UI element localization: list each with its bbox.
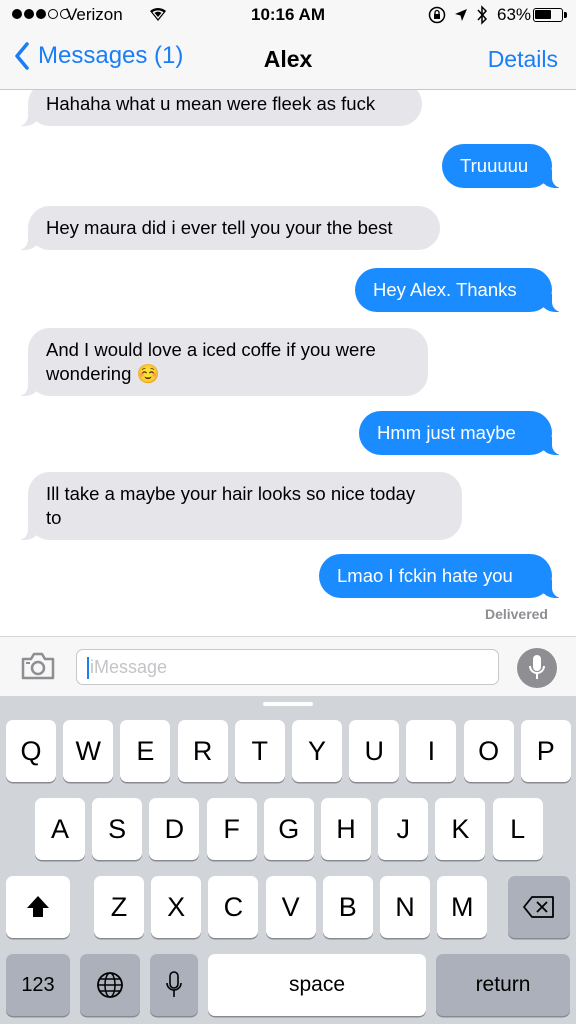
microphone-icon <box>529 655 545 679</box>
key-w[interactable]: W <box>63 720 114 782</box>
orientation-lock-icon <box>428 6 446 24</box>
message-bubble-outgoing[interactable]: Hey Alex. Thanks <box>355 268 562 312</box>
key-label: C <box>223 891 244 922</box>
message-bubble-incoming[interactable]: And I would love a iced coffe if you wer… <box>18 328 428 396</box>
message-bubble-outgoing[interactable]: Hmm just maybe <box>359 411 562 455</box>
key-label: S <box>108 813 127 844</box>
key-m[interactable]: M <box>437 876 488 938</box>
key-label: T <box>251 735 269 766</box>
key-return-label: return <box>475 973 531 996</box>
top-bar: Verizon 10:16 AM 63% Messages (1) Alex D… <box>0 0 576 90</box>
key-s[interactable]: S <box>92 798 143 860</box>
key-l[interactable]: L <box>492 798 543 860</box>
key-label: L <box>510 813 526 844</box>
key-globe[interactable] <box>80 954 140 1016</box>
key-label: B <box>338 891 357 922</box>
text-cursor <box>87 657 89 679</box>
key-z[interactable]: Z <box>94 876 144 938</box>
key-label: D <box>164 813 185 844</box>
key-o[interactable]: O <box>463 720 514 782</box>
location-arrow-icon <box>455 9 467 21</box>
key-k[interactable]: K <box>435 798 486 860</box>
key-label: K <box>451 813 470 844</box>
key-space-label: space <box>288 973 346 996</box>
key-label: Y <box>307 735 326 766</box>
key-i[interactable]: I <box>406 720 457 782</box>
dictation-button[interactable] <box>517 648 557 688</box>
message-bubble-incoming[interactable]: Hahaha what u mean were fleek as fuck <box>18 90 422 126</box>
battery-percent: 63% <box>497 5 532 24</box>
key-label: P <box>536 735 555 766</box>
key-b[interactable]: B <box>322 876 373 938</box>
key-label: R <box>192 735 213 766</box>
message-bubble-incoming[interactable]: Hey maura did i ever tell you your the b… <box>18 206 440 250</box>
key-u[interactable]: U <box>349 720 400 782</box>
camera-icon[interactable] <box>20 651 56 681</box>
microphone-icon <box>166 971 182 997</box>
key-return[interactable]: return <box>436 954 570 1016</box>
keyboard: 123 space return Q W E R T Y U I O P A S D F G H J K L Z X C V… <box>0 696 576 1024</box>
status-bar: Verizon 10:16 AM 63% <box>0 0 576 30</box>
backspace-icon <box>523 896 554 918</box>
key-j[interactable]: J <box>378 798 429 860</box>
key-e[interactable]: E <box>120 720 171 782</box>
key-label: E <box>136 735 155 766</box>
key-label: X <box>167 891 186 922</box>
status-icons <box>428 4 488 26</box>
key-label: M <box>450 891 474 922</box>
key-123[interactable]: 123 <box>6 954 70 1016</box>
key-label: O <box>478 735 500 766</box>
key-r[interactable]: R <box>177 720 228 782</box>
message-input[interactable]: iMessage <box>76 649 499 685</box>
bluetooth-icon <box>477 5 488 25</box>
key-label: I <box>427 735 436 766</box>
key-h[interactable]: H <box>321 798 371 860</box>
delivery-status: Delivered <box>484 606 548 622</box>
keyboard-handle[interactable] <box>263 702 313 706</box>
message-composer: iMessage <box>0 636 576 696</box>
key-a[interactable]: A <box>35 798 85 860</box>
key-label: A <box>50 813 69 844</box>
globe-icon <box>97 972 123 998</box>
message-bubble-outgoing[interactable]: Truuuuu <box>442 144 562 188</box>
key-t[interactable]: T <box>234 720 285 782</box>
key-label: F <box>223 813 240 844</box>
key-123-label: 123 <box>21 973 55 996</box>
message-input-placeholder: iMessage <box>90 657 168 677</box>
key-label: W <box>75 735 101 766</box>
key-d[interactable]: D <box>149 798 200 860</box>
key-v[interactable]: V <box>265 876 316 938</box>
key-label: N <box>395 891 415 922</box>
battery-icon <box>533 8 567 22</box>
key-space[interactable]: space <box>208 954 426 1016</box>
message-bubble-incoming[interactable]: Ill take a maybe your hair looks so nice… <box>18 472 462 540</box>
key-label: V <box>281 891 300 922</box>
key-backspace[interactable] <box>508 876 570 938</box>
clock: 10:16 AM <box>250 5 325 24</box>
shift-arrow-icon <box>27 896 49 917</box>
details-button[interactable]: Details <box>488 46 558 73</box>
key-g[interactable]: G <box>263 798 314 860</box>
message-bubble-outgoing[interactable]: Lmao I fckin hate you <box>319 554 562 598</box>
key-label: G <box>278 813 300 844</box>
key-y[interactable]: Y <box>292 720 342 782</box>
key-c[interactable]: C <box>208 876 259 938</box>
message-thread[interactable]: Hahaha what u mean were fleek as fuck Tr… <box>0 90 576 636</box>
key-label: U <box>364 735 384 766</box>
key-f[interactable]: F <box>206 798 257 860</box>
key-label: J <box>396 813 410 844</box>
key-p[interactable]: P <box>520 720 571 782</box>
key-label: Z <box>110 891 128 922</box>
key-q[interactable]: Q <box>6 720 56 782</box>
key-n[interactable]: N <box>380 876 430 938</box>
key-x[interactable]: X <box>151 876 202 938</box>
key-label: Q <box>20 735 42 766</box>
key-shift[interactable] <box>6 876 70 938</box>
navigation-bar: Messages (1) Alex Details <box>0 30 576 90</box>
key-label: H <box>336 813 356 844</box>
key-dictation[interactable] <box>150 954 198 1016</box>
